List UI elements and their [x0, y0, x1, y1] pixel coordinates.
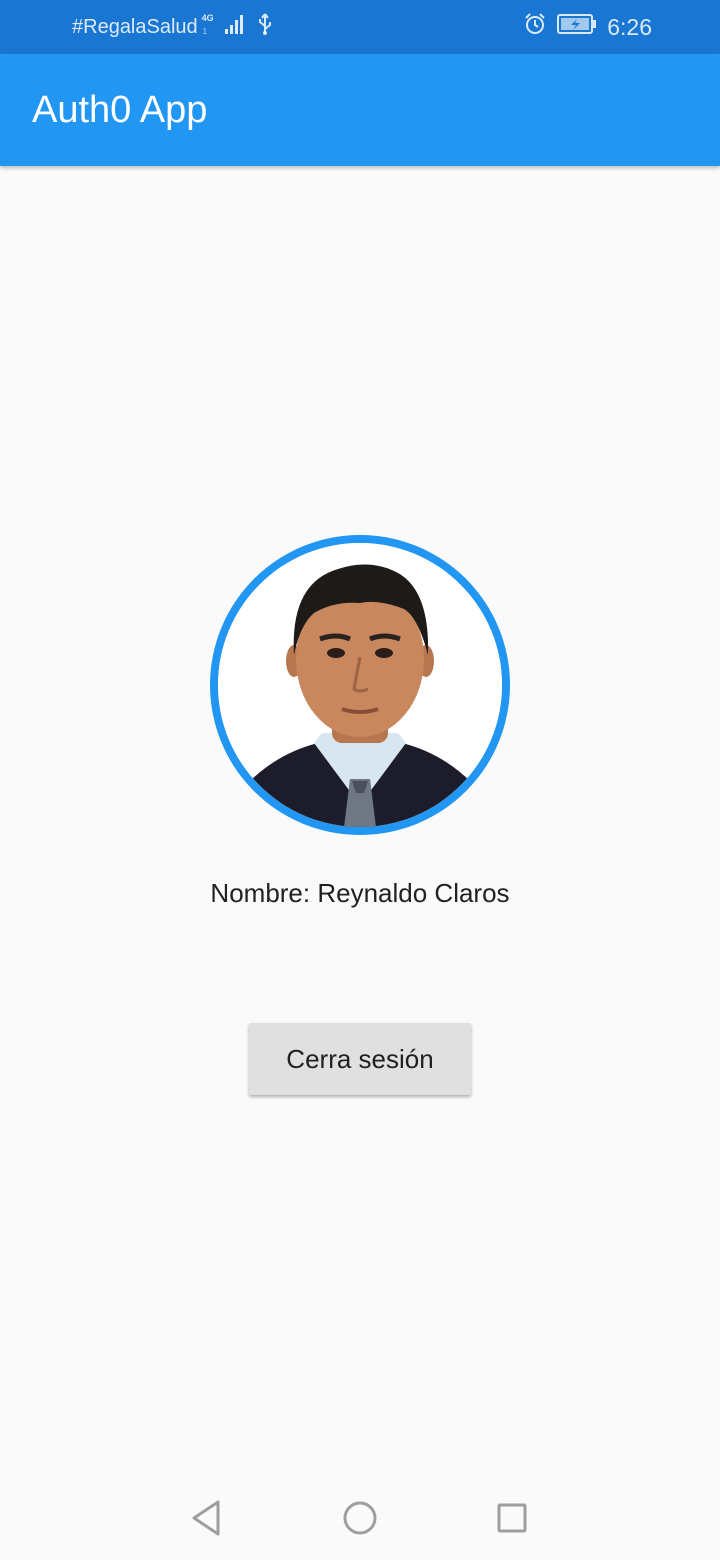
network-sub: 1	[202, 27, 208, 36]
profile-photo	[218, 543, 502, 827]
status-right: 6:26	[523, 0, 652, 54]
alarm-icon	[523, 12, 547, 42]
status-bar: #RegalaSalud 4G 1 6:26	[0, 0, 720, 54]
clock: 6:26	[607, 13, 652, 40]
signal-icon	[224, 13, 246, 41]
battery-charging-icon	[557, 13, 597, 41]
recent-apps-icon[interactable]	[488, 1494, 536, 1542]
usb-icon	[256, 12, 274, 42]
home-icon[interactable]	[336, 1494, 384, 1542]
network-type: 4G	[201, 13, 214, 23]
logout-button[interactable]: Cerra sesión	[249, 1023, 471, 1095]
status-left: #RegalaSalud 4G 1	[72, 0, 274, 54]
carrier-label: #RegalaSalud	[72, 15, 198, 38]
app-bar: Auth0 App	[0, 54, 720, 166]
network-indicator: 4G 1	[202, 14, 220, 40]
back-icon[interactable]	[182, 1494, 230, 1542]
nav-bar	[0, 1476, 720, 1560]
app-title: Auth0 App	[32, 88, 208, 131]
avatar	[218, 543, 502, 827]
user-name-label: Nombre: Reynaldo Claros	[210, 878, 510, 908]
avatar-ring	[210, 535, 510, 835]
